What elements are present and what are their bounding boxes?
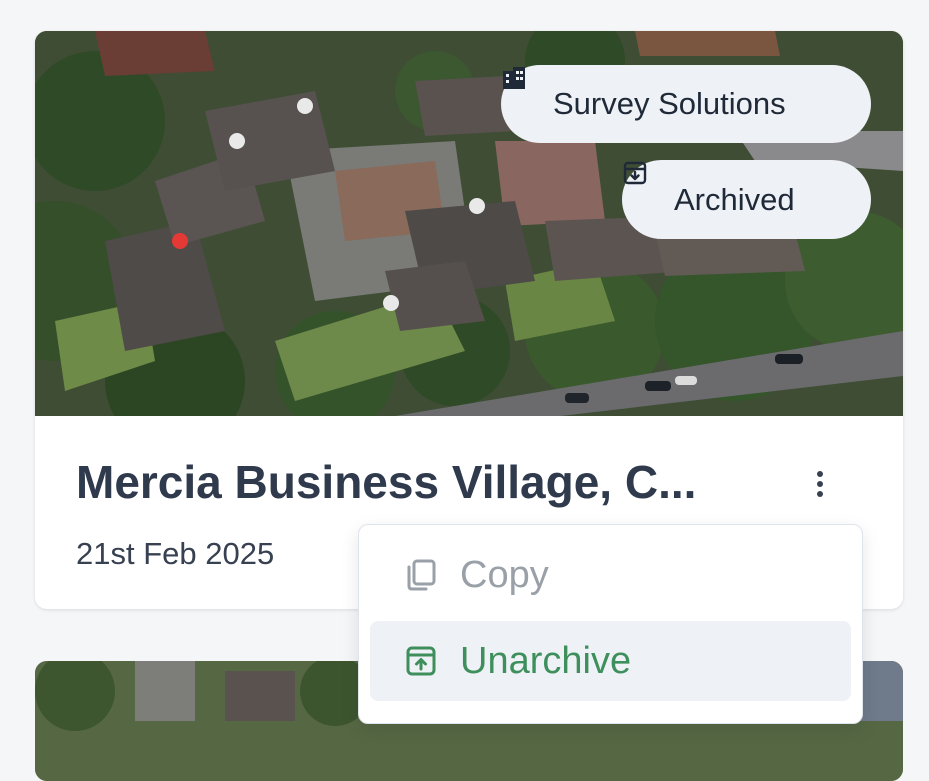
status-badge: Archived [622, 160, 871, 239]
menu-item-copy[interactable]: Copy [370, 535, 851, 615]
organization-name: Survey Solutions [553, 86, 786, 121]
unarchive-icon [404, 644, 438, 678]
context-menu: Copy Unarchive [358, 524, 863, 724]
kebab-dot [817, 481, 823, 487]
project-title[interactable]: Mercia Business Village, C... [76, 455, 766, 510]
project-card[interactable]: Survey Solutions Archived Mercia Busines… [35, 31, 903, 609]
project-aerial-image: Survey Solutions Archived [35, 31, 903, 416]
organization-badge: Survey Solutions [501, 65, 871, 143]
kebab-dot [817, 471, 823, 477]
more-options-button[interactable] [803, 463, 837, 505]
menu-item-label: Unarchive [460, 639, 632, 682]
kebab-dot [817, 491, 823, 497]
menu-item-unarchive[interactable]: Unarchive [370, 621, 851, 701]
status-label: Archived [674, 181, 795, 217]
copy-icon [404, 558, 438, 592]
menu-item-label: Copy [460, 553, 549, 596]
project-date: 21st Feb 2025 [76, 536, 275, 571]
